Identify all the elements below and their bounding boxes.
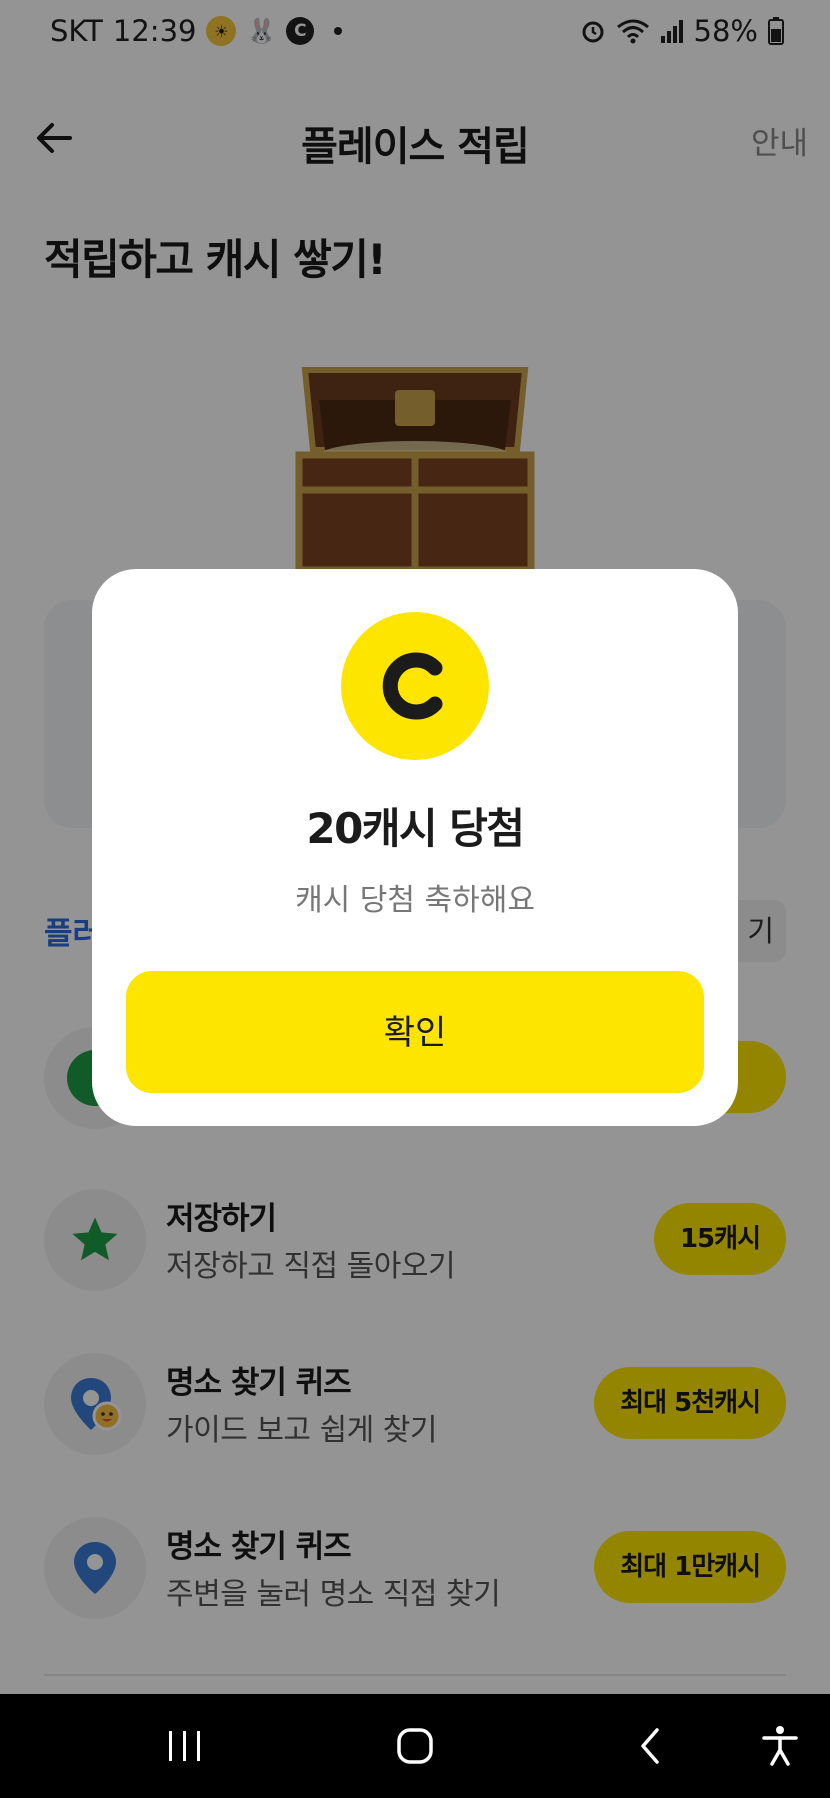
recent-apps-button[interactable] [125, 1694, 245, 1798]
confirm-button[interactable]: 확인 [126, 971, 704, 1093]
cash-coin-icon [341, 612, 489, 760]
c-letter-icon [382, 652, 443, 720]
modal-subtitle: 캐시 당첨 축하해요 [295, 883, 535, 918]
home-icon [397, 1728, 433, 1764]
reward-modal: 20캐시 당첨 캐시 당첨 축하해요 확인 [92, 569, 738, 1126]
back-nav-button[interactable] [590, 1694, 710, 1798]
accessibility-icon [762, 1726, 798, 1766]
home-button[interactable] [355, 1694, 475, 1798]
modal-title: 20캐시 당첨 [306, 804, 525, 853]
recent-apps-icon [169, 1731, 200, 1761]
chevron-left-icon [641, 1728, 659, 1764]
accessibility-button[interactable] [720, 1694, 830, 1798]
system-nav-bar [0, 1694, 830, 1798]
status-bar-dim [0, 0, 830, 62]
